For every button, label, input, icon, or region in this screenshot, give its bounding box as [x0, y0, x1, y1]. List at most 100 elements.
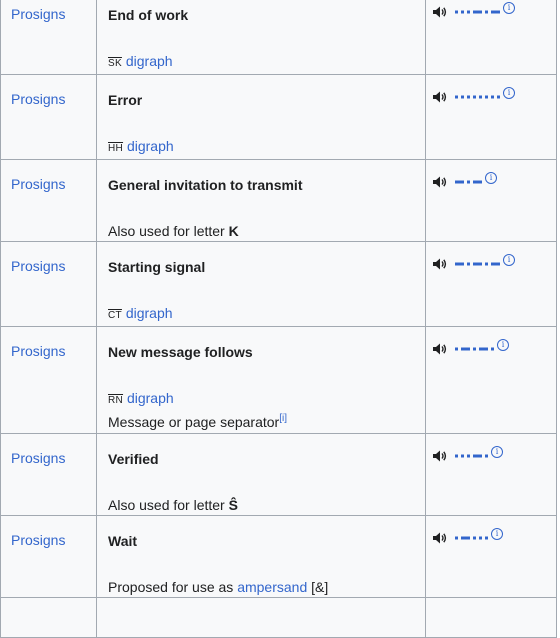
morse-dot: [455, 454, 458, 458]
audio-cell: i: [425, 326, 557, 434]
morse-dot: [461, 10, 464, 14]
proposal-symbol: [&]: [307, 579, 329, 595]
morse-dot: [479, 95, 482, 99]
meaning-cell: New message follows RN digraph Message or …: [96, 326, 426, 434]
category-link[interactable]: Prosigns: [11, 258, 65, 274]
info-icon[interactable]: i: [497, 339, 509, 351]
prosign-detail: RN digraph: [108, 388, 425, 411]
table-row: Prosigns Verified Also used for letter Ŝi: [0, 433, 557, 516]
morse-dash: [473, 180, 482, 184]
prosign-overline: HH: [108, 143, 124, 154]
speaker-icon[interactable]: [433, 343, 447, 355]
prosign-overline: RN: [108, 395, 124, 406]
prosigns-table: Prosigns End of work SK digraph i Prosigns Er…: [0, 0, 557, 638]
prosign-detail: HH digraph: [108, 136, 425, 159]
morse-dot: [485, 454, 488, 458]
info-icon[interactable]: i: [491, 446, 503, 458]
morse-dot: [473, 536, 476, 540]
footnote-link[interactable]: [i]: [279, 413, 287, 424]
letter-note: Also used for letter: [108, 497, 229, 513]
meaning-cell: Starting signal CT digraph: [96, 241, 426, 327]
prosign-detail: SK digraph: [108, 51, 425, 74]
info-icon[interactable]: i: [503, 2, 515, 14]
speaker-icon[interactable]: [433, 6, 447, 18]
morse-dash: [473, 10, 482, 14]
morse-dot: [461, 454, 464, 458]
morse-dash: [455, 180, 464, 184]
morse-dot: [455, 347, 458, 351]
morse-dash: [491, 10, 500, 14]
ampersand-link[interactable]: ampersand: [237, 579, 307, 595]
info-icon[interactable]: i: [485, 172, 497, 184]
prosign-name: Starting signal: [108, 259, 206, 275]
morse-dot: [467, 95, 470, 99]
letter-note: Also used for letter: [108, 223, 229, 239]
audio-cell: i: [425, 433, 557, 516]
prosign-detail: Also used for letter K: [108, 221, 425, 241]
morse-dot: [473, 95, 476, 99]
morse-dash: [461, 347, 470, 351]
digraph-link[interactable]: digraph: [127, 138, 174, 154]
morse-code-5: [455, 454, 488, 458]
category-cell: Prosigns: [0, 515, 97, 598]
table-row: Prosigns Error HH digraph i: [0, 74, 557, 160]
speaker-icon[interactable]: [433, 258, 447, 270]
prosign-name: General invitation to transmit: [108, 177, 303, 193]
table-row: [0, 597, 557, 638]
category-cell: Prosigns: [0, 0, 97, 75]
prosign-overline: CT: [108, 310, 122, 321]
category-cell: Prosigns: [0, 74, 97, 160]
speaker-icon[interactable]: [433, 532, 447, 544]
table-row: Prosigns Wait Proposed for use as ampersan…: [0, 515, 557, 598]
meaning-cell: End of work SK digraph: [96, 0, 426, 75]
table-row: Prosigns New message follows RN digraph Mes…: [0, 326, 557, 434]
digraph-link[interactable]: digraph: [127, 390, 174, 406]
category-link[interactable]: Prosigns: [11, 6, 65, 22]
table-row: Prosigns End of work SK digraph i: [0, 0, 557, 75]
morse-dot: [461, 95, 464, 99]
meaning-cell: General invitation to transmit Also used …: [96, 159, 426, 242]
category-link[interactable]: Prosigns: [11, 176, 65, 192]
speaker-icon[interactable]: [433, 176, 447, 188]
table-row: Prosigns Starting signal CT digraph i: [0, 241, 557, 327]
audio-cell: i: [425, 515, 557, 598]
category-cell: Prosigns: [0, 433, 97, 516]
meaning-cell: Error HH digraph: [96, 74, 426, 160]
morse-dash: [461, 536, 470, 540]
morse-dot: [467, 180, 470, 184]
speaker-icon[interactable]: [433, 450, 447, 462]
category-link[interactable]: Prosigns: [11, 91, 65, 107]
morse-dot: [455, 10, 458, 14]
info-icon[interactable]: i: [503, 254, 515, 266]
digraph-link[interactable]: digraph: [126, 305, 173, 321]
prosign-name: Verified: [108, 451, 159, 467]
digraph-link[interactable]: digraph: [126, 53, 173, 69]
morse-dot: [473, 347, 476, 351]
speaker-icon[interactable]: [433, 91, 447, 103]
morse-dot: [485, 536, 488, 540]
morse-dot: [497, 95, 500, 99]
category-cell: Prosigns: [0, 241, 97, 327]
morse-dot: [479, 536, 482, 540]
category-link[interactable]: Prosigns: [11, 532, 65, 548]
morse-code-0: [455, 10, 500, 14]
audio-cell: i: [425, 0, 557, 75]
proposal-text: Proposed for use as: [108, 579, 238, 595]
morse-dash: [473, 454, 482, 458]
morse-dash: [473, 262, 482, 266]
morse-dot: [467, 10, 470, 14]
morse-code-4: [455, 347, 494, 351]
note-text: Message or page separator: [108, 414, 280, 430]
meaning-cell: Verified Also used for letter Ŝ: [96, 433, 426, 516]
morse-code-6: [455, 536, 488, 540]
info-icon[interactable]: i: [503, 87, 515, 99]
morse-dot: [467, 454, 470, 458]
letter-value: K: [228, 223, 239, 239]
category-link[interactable]: Prosigns: [11, 450, 65, 466]
prosign-name: End of work: [108, 7, 189, 23]
info-icon[interactable]: i: [491, 528, 503, 540]
morse-dot: [485, 95, 488, 99]
prosign-detail: CT digraph: [108, 303, 425, 326]
table-row: Prosigns General invitation to transmit Al…: [0, 159, 557, 242]
category-link[interactable]: Prosigns: [11, 343, 65, 359]
